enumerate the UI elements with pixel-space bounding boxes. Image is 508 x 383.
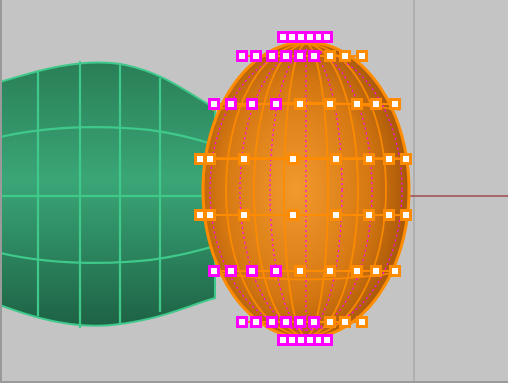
- control-point-grip[interactable]: [339, 316, 351, 328]
- control-point-grip[interactable]: [400, 153, 412, 165]
- control-point-grip[interactable]: [363, 153, 375, 165]
- control-point-grip[interactable]: [321, 31, 333, 43]
- control-point-grip[interactable]: [208, 265, 220, 277]
- control-point-grip[interactable]: [294, 50, 306, 62]
- orange-surface[interactable]: [201, 40, 411, 340]
- control-point-grip[interactable]: [238, 153, 250, 165]
- control-point-grip[interactable]: [266, 50, 278, 62]
- control-point-grip[interactable]: [351, 265, 363, 277]
- viewport-canvas[interactable]: [0, 0, 508, 383]
- control-point-grip[interactable]: [287, 209, 299, 221]
- control-point-grip[interactable]: [383, 153, 395, 165]
- control-point-grip[interactable]: [280, 50, 292, 62]
- control-point-grip[interactable]: [308, 50, 320, 62]
- control-point-grip[interactable]: [321, 334, 333, 346]
- green-surface[interactable]: [0, 61, 216, 328]
- control-point-grip[interactable]: [280, 316, 292, 328]
- control-point-grip[interactable]: [351, 98, 363, 110]
- control-point-grip[interactable]: [294, 316, 306, 328]
- control-point-grip[interactable]: [383, 209, 395, 221]
- viewport-border-left: [0, 0, 2, 383]
- control-point-grip[interactable]: [270, 265, 282, 277]
- control-point-grip[interactable]: [208, 98, 220, 110]
- control-point-grip[interactable]: [236, 50, 248, 62]
- control-point-grip[interactable]: [236, 316, 248, 328]
- control-point-grip[interactable]: [370, 98, 382, 110]
- control-point-grip[interactable]: [324, 316, 336, 328]
- control-point-grip[interactable]: [287, 153, 299, 165]
- control-point-grip[interactable]: [266, 316, 278, 328]
- control-point-grip[interactable]: [246, 265, 258, 277]
- control-point-grip[interactable]: [330, 153, 342, 165]
- control-point-grip[interactable]: [389, 265, 401, 277]
- control-point-grip[interactable]: [339, 50, 351, 62]
- control-point-grip[interactable]: [294, 265, 306, 277]
- control-point-grip[interactable]: [225, 265, 237, 277]
- control-point-grip[interactable]: [204, 209, 216, 221]
- control-point-grip[interactable]: [204, 153, 216, 165]
- control-point-grip[interactable]: [246, 98, 258, 110]
- control-point-grip[interactable]: [324, 50, 336, 62]
- control-point-grip[interactable]: [324, 98, 336, 110]
- control-point-grip[interactable]: [294, 98, 306, 110]
- control-point-grip[interactable]: [400, 209, 412, 221]
- control-point-grip[interactable]: [324, 265, 336, 277]
- control-point-grip[interactable]: [356, 316, 368, 328]
- control-point-grip[interactable]: [250, 50, 262, 62]
- control-point-grip[interactable]: [356, 50, 368, 62]
- control-point-grip[interactable]: [250, 316, 262, 328]
- control-point-grip[interactable]: [270, 98, 282, 110]
- control-point-grip[interactable]: [194, 209, 206, 221]
- control-point-grip[interactable]: [389, 98, 401, 110]
- control-point-grip[interactable]: [194, 153, 206, 165]
- control-point-grip[interactable]: [370, 265, 382, 277]
- control-point-grip[interactable]: [225, 98, 237, 110]
- control-point-grip[interactable]: [363, 209, 375, 221]
- modeling-viewport[interactable]: [0, 0, 508, 383]
- control-point-grip[interactable]: [238, 209, 250, 221]
- control-point-grip[interactable]: [330, 209, 342, 221]
- control-point-grip[interactable]: [308, 316, 320, 328]
